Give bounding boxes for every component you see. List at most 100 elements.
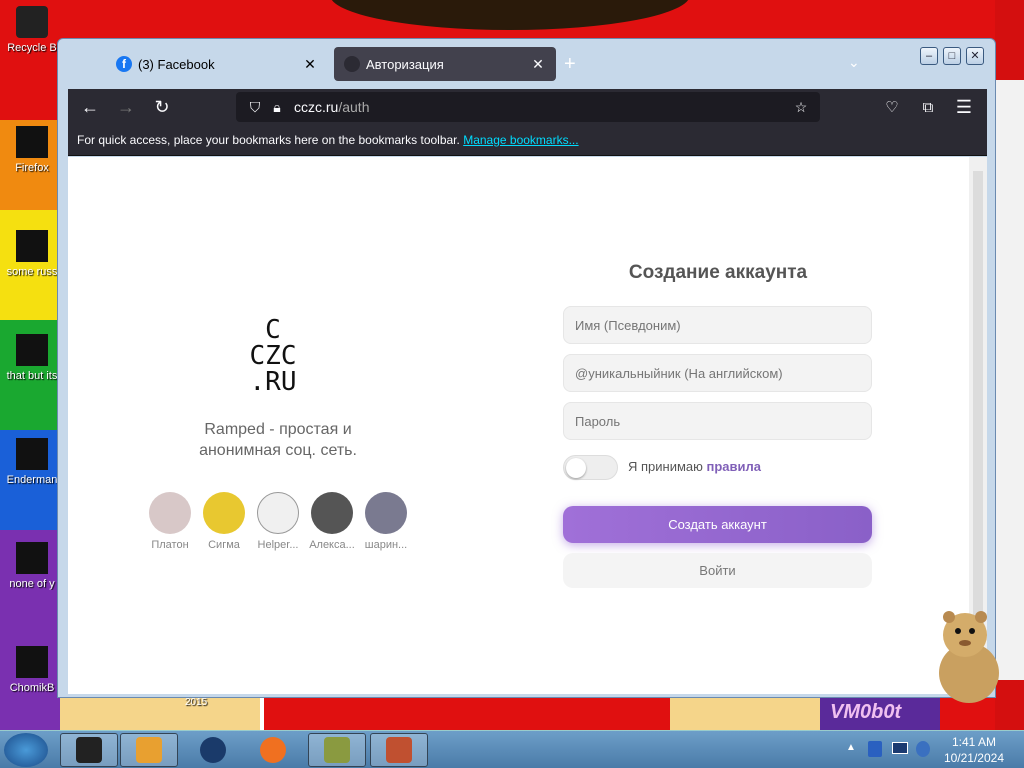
tab-label: (3) Facebook [138,56,215,72]
user-list: Платон Сигма Helper... Алекса... шарин..… [143,492,413,551]
desktop-icon-label: some russ [6,266,58,278]
taskbar-item-media-player[interactable] [120,733,178,767]
accept-text: Я принимаю [628,459,703,474]
avatar [365,492,407,534]
accept-rules-toggle[interactable] [563,455,618,480]
bookmarks-hint: For quick access, place your bookmarks h… [77,133,460,147]
logo-line: .RU [249,367,297,397]
taskbar-item-app[interactable] [60,733,118,767]
close-icon[interactable]: ✕ [302,56,318,73]
desktop-icon-file[interactable]: some russ [2,230,62,278]
desktop-icon-video[interactable]: none of y [2,542,62,590]
desktop-icon-enderman[interactable]: Enderman [2,438,62,486]
desktop-icon-recycle-bin[interactable]: Recycle B [2,6,62,54]
user-card[interactable]: Платон [143,492,197,551]
navigation-toolbar: ← → ↻ ⛉ 🔒︎ cczc.ru/auth ☆ ♡ ⧉ ☰ [68,89,987,125]
chevron-down-icon[interactable]: ⌄ [848,54,860,71]
user-card[interactable]: Алекса... [305,492,359,551]
desktop-icon-folder[interactable]: that but its [2,334,62,382]
avatar [203,492,245,534]
lock-icon[interactable]: 🔒︎ [266,99,288,116]
tab-label: Авторизация [366,56,444,72]
username-input[interactable] [563,354,872,392]
media-player-icon [136,737,162,763]
close-icon[interactable]: ✕ [530,56,546,73]
taskbar-item-firefox[interactable] [244,733,302,767]
login-button[interactable]: Войти [563,553,872,588]
create-account-button[interactable]: Создать аккаунт [563,506,872,543]
file-icon [16,230,48,262]
user-card[interactable]: Сигма [197,492,251,551]
windows-start-button[interactable] [4,733,48,767]
tray-expand-icon[interactable]: ▲ [846,742,856,753]
avatar [257,492,299,534]
desktop-icon-label: Firefox [15,162,49,174]
user-name: шарин... [364,539,408,551]
close-window-button[interactable]: ✕ [966,47,984,65]
url-path: /auth [338,99,370,115]
volume-icon[interactable] [916,741,930,757]
facebook-icon: f [116,56,132,72]
bookmarks-toolbar: For quick access, place your bookmarks h… [68,125,987,156]
taskbar-item-upload[interactable] [370,733,428,767]
avatar [149,492,191,534]
site-logo: C CZC .RU [228,317,318,395]
folder-icon [16,334,48,366]
back-arrow-icon[interactable]: ← [72,89,108,125]
address-bar[interactable]: ⛉ 🔒︎ cczc.ru/auth ☆ [236,92,820,122]
maximize-button[interactable]: □ [943,47,961,65]
desktop-icon-firefox[interactable]: Firefox [2,126,62,174]
new-tab-plus-icon[interactable]: + [564,53,576,76]
firefox-icon [16,126,48,158]
app-icon [16,438,48,470]
url-host: cczc.ru [294,99,339,115]
network-icon[interactable] [892,742,908,754]
name-input[interactable] [563,306,872,344]
rules-link[interactable]: правила [707,459,762,474]
user-card[interactable]: Helper... [251,492,305,551]
globe-icon [200,737,226,763]
extensions-icon[interactable]: ⧉ [910,89,946,125]
tab-facebook[interactable]: f (3) Facebook ✕ [106,47,328,81]
user-card[interactable]: шарин... [359,492,413,551]
shield-icon[interactable]: ⛉ [244,99,266,116]
password-input[interactable] [563,402,872,440]
manage-bookmarks-link[interactable]: Manage bookmarks... [463,133,578,147]
tab-bar: f (3) Facebook ✕ Авторизация ✕ + ⌄ – □ ✕ [58,39,995,87]
taskbar: ▲ 1:41 AM 10/21/2024 [0,730,1024,768]
form-title: Создание аккаунта [628,262,808,283]
user-name: Сигма [208,539,240,551]
menu-icon[interactable]: ☰ [946,89,982,125]
user-name: Helper... [257,539,299,551]
firefox-icon [260,737,286,763]
system-tray: ▲ 1:41 AM 10/21/2024 [840,731,1024,768]
wallpaper-shape [330,0,690,30]
url-text[interactable]: cczc.ru/auth [294,99,790,115]
pocket-icon[interactable]: ♡ [874,89,910,125]
clock-date: 10/21/2024 [943,751,1004,765]
taskbar-item-chomik[interactable] [308,733,366,767]
desktop-icon-label: ChomikB [9,682,55,694]
tray-app-icon[interactable] [868,741,882,757]
avatar [311,492,353,534]
recycle-bin-icon [16,6,48,38]
hamster-mascot [939,611,999,703]
taskbar-item-app2[interactable] [184,733,242,767]
accept-label: Я принимаю правила [628,459,761,474]
wallpaper-small-text: 2015 [185,697,208,708]
app-icon [76,737,102,763]
logo-line: CZC [249,341,297,371]
star-icon[interactable]: ☆ [790,99,812,116]
tab-auth[interactable]: Авторизация ✕ [334,47,556,81]
hamster-app-icon [16,646,48,678]
desktop-icon-chomik[interactable]: ChomikB [2,646,62,694]
user-name: Платон [151,539,189,551]
video-icon [16,542,48,574]
clock[interactable]: 1:41 AM 10/21/2024 [944,734,1004,766]
clock-time: 1:41 AM [951,735,996,749]
user-name: Алекса... [309,539,355,551]
upload-app-icon [386,737,412,763]
minimize-button[interactable]: – [920,47,938,65]
forward-arrow-icon[interactable]: → [108,89,144,125]
reload-icon[interactable]: ↻ [144,89,180,125]
